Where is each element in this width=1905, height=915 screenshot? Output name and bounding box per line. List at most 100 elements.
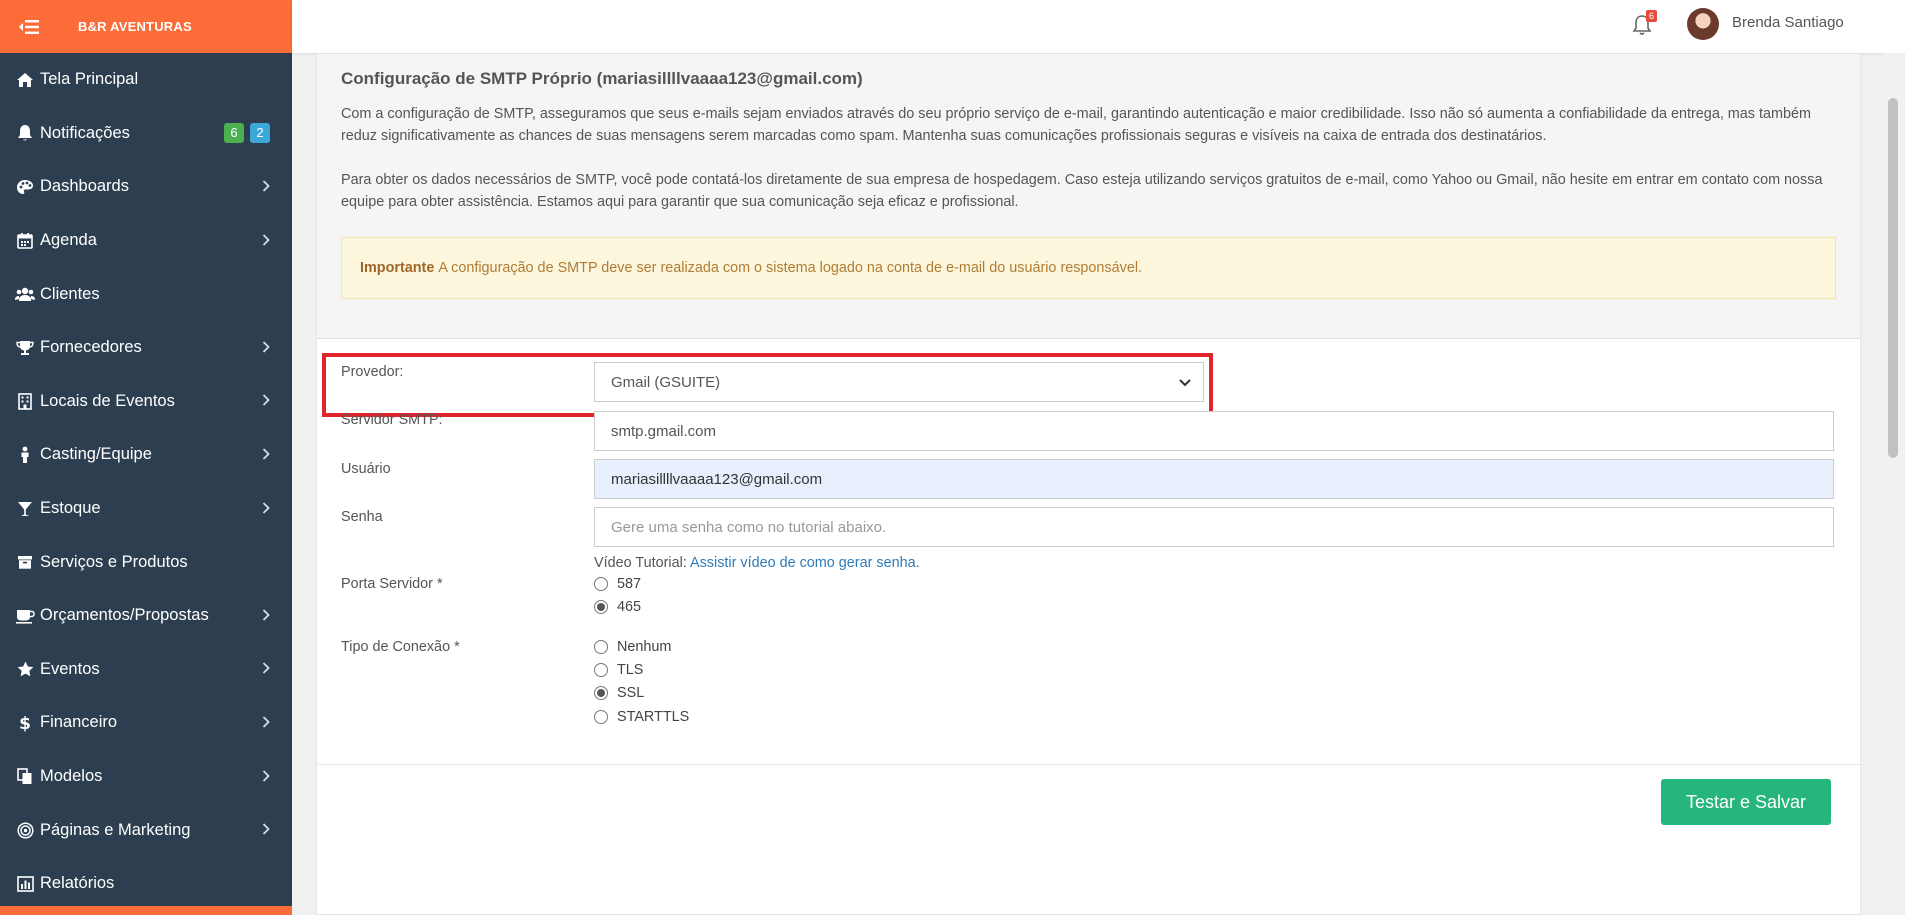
alert-text: A configuração de SMTP deve ser realizad… bbox=[438, 260, 1143, 276]
form-divider bbox=[317, 764, 1860, 765]
sidebar-item-dashboards[interactable]: Dashboards bbox=[0, 160, 292, 214]
building-icon bbox=[14, 393, 36, 410]
provider-selected-value: Gmail (GSUITE) bbox=[611, 373, 721, 391]
sidebar-item-financeiro[interactable]: $ Financeiro bbox=[0, 696, 292, 750]
bell-icon bbox=[14, 124, 36, 142]
chevron-right-icon bbox=[262, 822, 270, 838]
sidebar-item-label: Clientes bbox=[40, 284, 100, 303]
password-input[interactable]: Gere uma senha como no tutorial abaixo. bbox=[594, 507, 1834, 547]
sidebar-item-label: Eventos bbox=[40, 659, 100, 678]
chevron-right-icon bbox=[262, 769, 270, 785]
svg-text:$: $ bbox=[19, 714, 31, 732]
sidebar-item-modelos[interactable]: Modelos bbox=[0, 750, 292, 804]
sidebar-item-label: Notificações bbox=[40, 123, 130, 142]
page-scrollbar[interactable] bbox=[1884, 53, 1905, 915]
sidebar-item-label: Fornecedores bbox=[40, 338, 142, 357]
chevron-right-icon bbox=[262, 233, 270, 249]
alert-strong: Importante bbox=[360, 260, 435, 276]
radio-icon bbox=[594, 640, 608, 654]
chevron-right-icon bbox=[262, 608, 270, 624]
connection-option-label: SSL bbox=[617, 685, 645, 701]
connection-option-nenhum[interactable]: Nenhum bbox=[594, 639, 671, 655]
glass-icon bbox=[14, 501, 36, 517]
brand-name: B&R AVENTURAS bbox=[78, 19, 192, 34]
star-icon bbox=[14, 661, 36, 677]
chevron-right-icon bbox=[262, 340, 270, 356]
sidebar-item-estoque[interactable]: Estoque bbox=[0, 482, 292, 536]
sidebar-item-tela-principal[interactable]: Tela Principal bbox=[0, 53, 292, 107]
chevron-down-icon bbox=[1179, 375, 1191, 390]
scrollbar-thumb[interactable] bbox=[1888, 98, 1898, 458]
chevron-right-icon bbox=[262, 179, 270, 195]
notification-badge: 2 bbox=[250, 123, 270, 144]
home-icon bbox=[14, 72, 36, 88]
port-option-465[interactable]: 465 bbox=[594, 599, 641, 615]
sidebar-item-locais-de-eventos[interactable]: Locais de Eventos bbox=[0, 375, 292, 429]
menu-toggle-icon[interactable] bbox=[14, 16, 44, 38]
notification-badge: 6 bbox=[224, 123, 244, 144]
provider-select[interactable]: Gmail (GSUITE) bbox=[594, 362, 1204, 402]
sidebar-item-label: Páginas e Marketing bbox=[40, 820, 191, 839]
calendar-icon bbox=[14, 232, 36, 249]
test-and-save-button[interactable]: Testar e Salvar bbox=[1661, 779, 1831, 825]
port-option-label: 465 bbox=[617, 599, 642, 615]
sidebar-item-clientes[interactable]: Clientes bbox=[0, 267, 292, 321]
user-name[interactable]: Brenda Santiago bbox=[1732, 14, 1844, 31]
palette-icon bbox=[14, 179, 36, 195]
copy-icon bbox=[14, 768, 36, 785]
smtp-config-card: Configuração de SMTP Próprio (mariasilll… bbox=[316, 53, 1861, 915]
user-avatar[interactable] bbox=[1687, 8, 1719, 40]
chevron-right-icon bbox=[262, 501, 270, 517]
sidebar-item-orcamentos-propostas[interactable]: Orçamentos/Propostas bbox=[0, 589, 292, 643]
connection-option-label: TLS bbox=[617, 662, 644, 678]
sidebar-item-label: Locais de Eventos bbox=[40, 391, 175, 410]
sidebar-item-label: Serviços e Produtos bbox=[40, 552, 188, 571]
smtp-server-label: Servidor SMTP: bbox=[341, 412, 443, 428]
sidebar-item-paginas-e-marketing[interactable]: Páginas e Marketing bbox=[0, 803, 292, 857]
smtp-server-input[interactable]: smtp.gmail.com bbox=[594, 411, 1834, 451]
port-label: Porta Servidor * bbox=[341, 576, 443, 592]
connection-option-starttls[interactable]: STARTTLS bbox=[594, 709, 689, 725]
sidebar-item-notificacoes[interactable]: Notificações 6 2 bbox=[0, 107, 292, 161]
connection-option-ssl[interactable]: SSL bbox=[594, 685, 644, 701]
users-icon bbox=[14, 286, 36, 302]
port-option-587[interactable]: 587 bbox=[594, 576, 641, 592]
password-label: Senha bbox=[341, 509, 383, 525]
sidebar-nav: Tela Principal Notificações 6 2 Dashboards Ag… bbox=[0, 53, 292, 911]
sidebar-item-eventos[interactable]: Eventos bbox=[0, 643, 292, 697]
tutorial-help: Vídeo Tutorial: Assistir vídeo de como g… bbox=[594, 555, 920, 571]
sidebar-item-fornecedores[interactable]: Fornecedores bbox=[0, 321, 292, 375]
brand-bar: B&R AVENTURAS bbox=[0, 0, 292, 53]
sidebar-footer bbox=[0, 906, 292, 915]
sidebar-item-label: Modelos bbox=[40, 767, 103, 786]
radio-icon bbox=[594, 663, 608, 677]
dollar-icon: $ bbox=[14, 714, 36, 732]
connection-option-label: Nenhum bbox=[617, 639, 672, 655]
page-title: Configuração de SMTP Próprio (mariasilll… bbox=[341, 69, 863, 88]
sidebar-item-casting-equipe[interactable]: Casting/Equipe bbox=[0, 428, 292, 482]
sidebar-item-relatorios[interactable]: Relatórios bbox=[0, 857, 292, 911]
tutorial-link[interactable]: Assistir vídeo de como gerar senha. bbox=[690, 555, 920, 571]
intro-paragraph-2: Para obter os dados necessários de SMTP,… bbox=[341, 172, 1823, 210]
person-icon bbox=[14, 446, 36, 464]
chevron-right-icon bbox=[262, 393, 270, 409]
sidebar-item-label: Orçamentos/Propostas bbox=[40, 606, 209, 625]
sidebar-item-agenda[interactable]: Agenda bbox=[0, 214, 292, 268]
smtp-intro: Configuração de SMTP Próprio (mariasilll… bbox=[317, 54, 1860, 339]
notification-count-badge: 6 bbox=[1646, 10, 1657, 22]
sidebar-item-label: Casting/Equipe bbox=[40, 445, 152, 464]
connection-option-label: STARTTLS bbox=[617, 709, 690, 725]
sidebar: B&R AVENTURAS Tela Principal Notificações… bbox=[0, 0, 292, 915]
trophy-icon bbox=[14, 340, 36, 356]
port-option-label: 587 bbox=[617, 576, 642, 592]
chevron-right-icon bbox=[262, 447, 270, 463]
sidebar-item-label: Estoque bbox=[40, 499, 101, 518]
connection-option-tls[interactable]: TLS bbox=[594, 662, 643, 678]
coffee-icon bbox=[14, 608, 36, 624]
user-input[interactable]: mariasillllvaaaa123@gmail.com bbox=[594, 459, 1834, 499]
sidebar-item-label: Tela Principal bbox=[40, 70, 139, 89]
sidebar-item-label: Dashboards bbox=[40, 177, 129, 196]
sidebar-item-servicos-e-produtos[interactable]: Serviços e Produtos bbox=[0, 535, 292, 589]
radio-checked-icon bbox=[594, 600, 608, 614]
chart-icon bbox=[14, 875, 36, 892]
